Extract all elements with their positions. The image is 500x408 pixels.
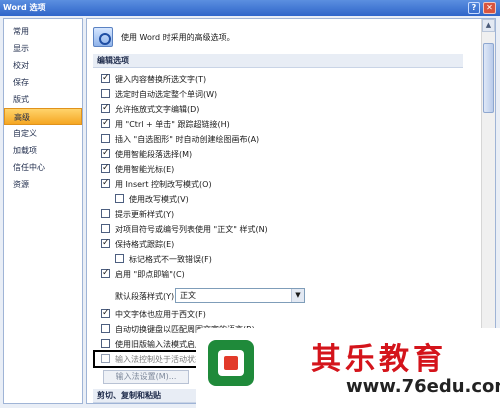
title-bar: Word 选项 ? ✕ [0, 0, 500, 16]
option-row[interactable]: 提示更新样式(Y) [101, 209, 174, 221]
window-title: Word 选项 [3, 3, 46, 12]
option-row[interactable]: 对项目符号或编号列表使用 "正文" 样式(N) [101, 224, 268, 236]
option-row[interactable]: 标记格式不一致错误(F) [115, 254, 212, 266]
option-row[interactable]: 键入内容替换所选文字(T) [101, 72, 207, 86]
sidebar-item-label: 高级 [14, 113, 30, 122]
sidebar-item-trust-center[interactable]: 信任中心 [4, 159, 82, 176]
advanced-options-icon [93, 27, 113, 47]
default-style-dropdown[interactable]: 正文 ▼ [175, 288, 305, 303]
ime-settings-button[interactable]: 输入法设置(M)... [103, 370, 189, 384]
option-label: 启用 "即点即输"(C) [115, 270, 185, 279]
option-checkbox[interactable] [101, 237, 110, 249]
option-checkbox[interactable] [115, 254, 124, 263]
sidebar-item-label: 信任中心 [13, 163, 45, 172]
option-row[interactable]: 允许拖放式文字编辑(D) [101, 102, 200, 116]
sidebar-item-proofing[interactable]: 校对 [4, 57, 82, 74]
watermark-url: www.76edu.com [346, 376, 500, 397]
default-style-label: 默认段落样式(Y): [115, 292, 177, 301]
watermark-title: 其乐教育 [311, 342, 447, 377]
section-editing-options: 编辑选项 [93, 54, 463, 68]
option-row[interactable]: 保持格式跟踪(E) [101, 237, 175, 251]
option-row[interactable]: 用 "Ctrl + 单击" 跟踪超链接(H) [101, 117, 230, 131]
option-row[interactable]: 用 Insert 控制改写模式(O) [101, 177, 212, 191]
option-checkbox[interactable] [115, 194, 124, 203]
watermark: 其乐教育 www.76edu.com [196, 328, 500, 408]
option-label: 选定时自动选定整个单词(W) [115, 90, 218, 99]
scroll-up-icon[interactable]: ▲ [482, 19, 495, 32]
option-checkbox[interactable] [101, 224, 110, 233]
close-button[interactable]: ✕ [483, 2, 496, 14]
option-checkbox[interactable] [101, 72, 110, 84]
option-checkbox[interactable] [101, 147, 110, 159]
scroll-thumb[interactable] [483, 43, 494, 113]
option-row[interactable]: 使用改写模式(V) [115, 194, 189, 206]
option-checkbox[interactable] [101, 209, 110, 218]
option-row[interactable]: 启用 "即点即输"(C) [101, 267, 185, 281]
option-label: 键入内容替换所选文字(T) [115, 75, 207, 84]
option-row[interactable]: 使用智能光标(E) [101, 162, 175, 176]
highlight-box [93, 350, 211, 368]
sidebar-item-addins[interactable]: 加载项 [4, 142, 82, 159]
option-checkbox[interactable] [101, 89, 110, 98]
option-row[interactable]: 使用智能段落选择(M) [101, 147, 193, 161]
sidebar-item-label: 显示 [13, 44, 29, 53]
option-checkbox[interactable] [101, 177, 110, 189]
default-style-value: 正文 [180, 291, 196, 300]
option-checkbox[interactable] [101, 134, 110, 143]
sidebar-item-label: 校对 [13, 61, 29, 70]
chevron-down-icon[interactable]: ▼ [291, 289, 304, 302]
option-checkbox[interactable] [101, 102, 110, 114]
option-checkbox[interactable] [101, 339, 110, 348]
option-checkbox[interactable] [101, 162, 110, 174]
word-options-dialog: Word 选项 ? ✕ 常用 显示 校对 保存 版式 高级 自定义 加载项 信任… [0, 0, 500, 408]
option-label: 标记格式不一致错误(F) [129, 255, 212, 264]
sidebar-item-resources[interactable]: 资源 [4, 176, 82, 193]
sidebar-item-label: 资源 [13, 180, 29, 189]
option-label: 提示更新样式(Y) [115, 210, 175, 219]
option-label: 使用智能段落选择(M) [115, 150, 193, 159]
option-label: 对项目符号或编号列表使用 "正文" 样式(N) [115, 225, 268, 234]
sidebar-item-label: 自定义 [13, 129, 37, 138]
option-checkbox[interactable] [101, 267, 110, 279]
options-sidebar: 常用 显示 校对 保存 版式 高级 自定义 加载项 信任中心 资源 [3, 18, 83, 404]
option-checkbox[interactable] [101, 307, 110, 319]
option-label: 用 "Ctrl + 单击" 跟踪超链接(H) [115, 120, 230, 129]
option-row[interactable]: 选定时自动选定整个单词(W) [101, 89, 217, 101]
option-label: 保持格式跟踪(E) [115, 240, 175, 249]
content-header-text: 使用 Word 时采用的高级选项。 [121, 33, 235, 42]
option-label: 允许拖放式文字编辑(D) [115, 105, 200, 114]
sidebar-item-customize[interactable]: 自定义 [4, 125, 82, 142]
sidebar-item-save[interactable]: 保存 [4, 74, 82, 91]
sidebar-item-typography[interactable]: 版式 [4, 91, 82, 108]
option-row[interactable]: 插入 "自选图形" 时自动创建绘图画布(A) [101, 134, 259, 146]
sidebar-item-label: 加载项 [13, 146, 37, 155]
option-label: 使用智能光标(E) [115, 165, 175, 174]
sidebar-item-display[interactable]: 显示 [4, 40, 82, 57]
option-label: 使用改写模式(V) [129, 195, 189, 204]
sidebar-item-label: 版式 [13, 95, 29, 104]
sidebar-item-popular[interactable]: 常用 [4, 23, 82, 40]
watermark-logo-icon [208, 340, 254, 386]
sidebar-item-advanced[interactable]: 高级 [4, 108, 82, 125]
option-checkbox[interactable] [101, 324, 110, 333]
sidebar-item-label: 保存 [13, 78, 29, 87]
sidebar-item-label: 常用 [13, 27, 29, 36]
option-checkbox[interactable] [101, 117, 110, 129]
option-label: 插入 "自选图形" 时自动创建绘图画布(A) [115, 135, 260, 144]
option-label: 中文字体也应用于西文(F) [115, 310, 206, 319]
option-label: 用 Insert 控制改写模式(O) [115, 180, 212, 189]
help-button[interactable]: ? [468, 2, 480, 14]
option-row[interactable]: 中文字体也应用于西文(F) [101, 307, 206, 321]
